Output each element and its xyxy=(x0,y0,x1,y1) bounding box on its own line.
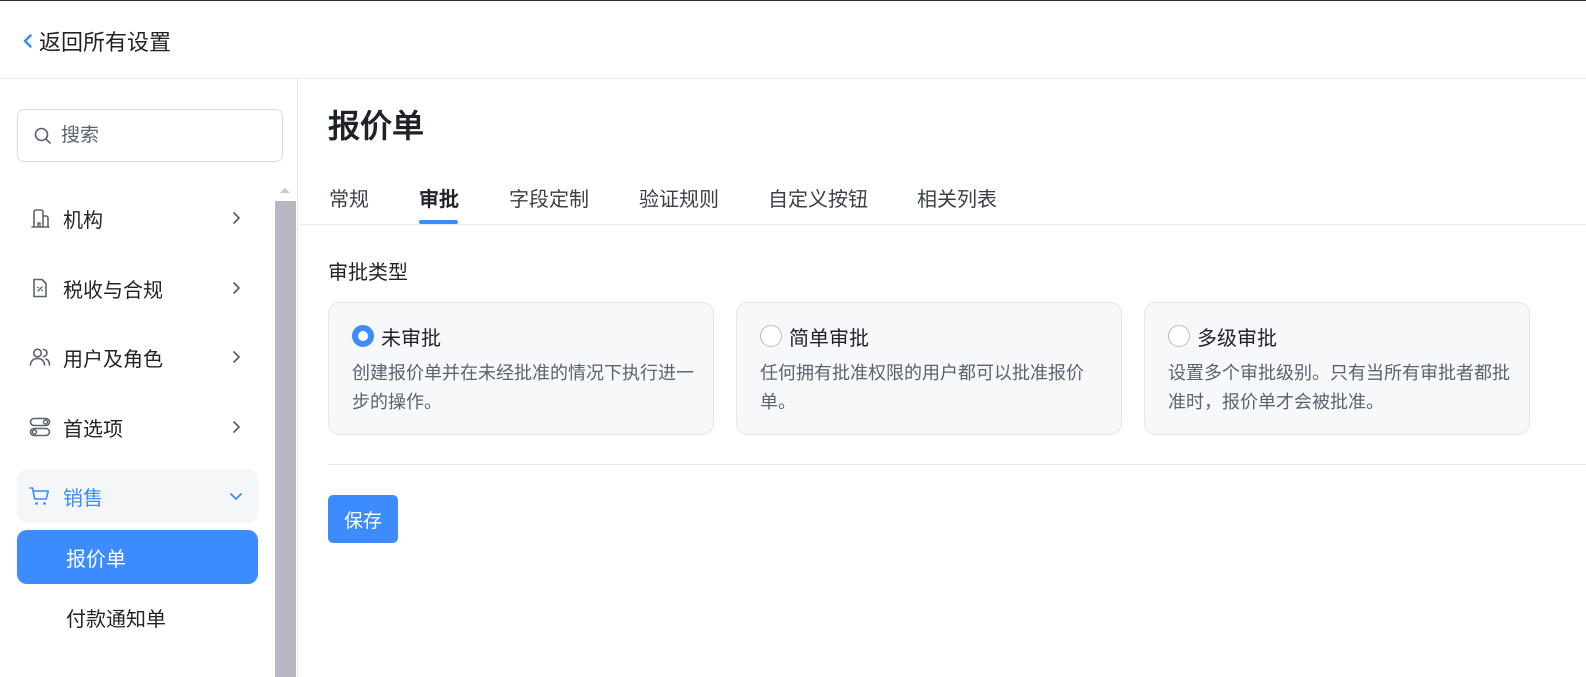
option-description: 设置多个审批级别。只有当所有审批者都批准时，报价单才会被批准。 xyxy=(1168,363,1510,412)
chevron-left-icon xyxy=(18,31,38,51)
tab-approval[interactable]: 审批 xyxy=(419,183,459,212)
option-title: 未审批 xyxy=(381,328,441,350)
page-title: 报价单 xyxy=(328,108,425,144)
sidebar-item-label: 销售 xyxy=(63,487,103,510)
sidebar-item-organization[interactable]: 机构 xyxy=(17,191,258,245)
main-content: 常规 审批 字段定制 验证规则 自定义按钮 相关列表 报价单 审批类型 未审批 … xyxy=(299,79,1586,677)
preferences-icon xyxy=(27,414,53,440)
approval-option-multilevel[interactable]: 多级审批 设置多个审批级别。只有当所有审批者都批准时，报价单才会被批准。 xyxy=(1144,302,1530,435)
scroll-up-arrow-icon[interactable] xyxy=(278,184,292,196)
tab-related-lists[interactable]: 相关列表 xyxy=(917,183,997,212)
tax-document-icon xyxy=(27,275,53,301)
approval-type-label: 审批类型 xyxy=(328,262,408,284)
search-box[interactable] xyxy=(17,109,283,162)
radio-button[interactable] xyxy=(760,325,782,347)
top-bar: 返回所有设置 xyxy=(0,0,1586,79)
chevron-right-icon xyxy=(226,208,246,228)
option-description: 任何拥有批准权限的用户都可以批准报价单。 xyxy=(760,363,1084,412)
option-title: 简单审批 xyxy=(789,328,869,350)
sidebar-subitem-payment-notices[interactable]: 付款通知单 xyxy=(17,590,258,644)
back-label: 返回所有设置 xyxy=(39,30,172,55)
sidebar-item-users-roles[interactable]: 用户及角色 xyxy=(17,330,258,384)
back-to-settings-link[interactable]: 返回所有设置 xyxy=(18,25,171,57)
radio-button[interactable] xyxy=(352,325,374,347)
sidebar-scrollbar[interactable] xyxy=(275,201,296,677)
chevron-right-icon xyxy=(226,278,246,298)
settings-sidebar: 机构 税收与合规 用户及角色 首选项 销 xyxy=(0,79,298,677)
sidebar-subitem-label: 付款通知单 xyxy=(66,608,166,631)
cart-icon xyxy=(27,483,53,509)
option-description: 创建报价单并在未经批准的情况下执行进一步的操作。 xyxy=(352,363,694,412)
save-button[interactable]: 保存 xyxy=(328,495,398,543)
building-icon xyxy=(27,205,53,231)
active-tab-indicator xyxy=(419,220,458,224)
chevron-down-icon xyxy=(226,486,246,506)
sidebar-item-label: 税收与合规 xyxy=(63,279,163,302)
search-input[interactable] xyxy=(61,124,261,147)
chevron-right-icon xyxy=(226,417,246,437)
sidebar-item-label: 首选项 xyxy=(63,418,123,441)
approval-option-simple[interactable]: 简单审批 任何拥有批准权限的用户都可以批准报价单。 xyxy=(736,302,1122,435)
users-icon xyxy=(27,344,53,370)
radio-button[interactable] xyxy=(1168,325,1190,347)
sidebar-subitem-label: 报价单 xyxy=(66,548,126,571)
divider xyxy=(328,464,1586,465)
sidebar-item-sales[interactable]: 销售 xyxy=(17,469,258,523)
tab-validation-rules[interactable]: 验证规则 xyxy=(639,183,719,212)
tab-bar: 常规 审批 字段定制 验证规则 自定义按钮 相关列表 xyxy=(299,79,1586,225)
tab-general[interactable]: 常规 xyxy=(329,183,369,212)
option-title: 多级审批 xyxy=(1197,328,1277,350)
sidebar-item-preferences[interactable]: 首选项 xyxy=(17,400,258,454)
tab-custom-buttons[interactable]: 自定义按钮 xyxy=(768,183,868,212)
tab-field-customization[interactable]: 字段定制 xyxy=(509,183,589,212)
sidebar-item-label: 用户及角色 xyxy=(63,348,163,371)
search-icon xyxy=(33,126,53,146)
approval-option-none[interactable]: 未审批 创建报价单并在未经批准的情况下执行进一步的操作。 xyxy=(328,302,714,435)
sidebar-item-label: 机构 xyxy=(63,209,103,232)
sidebar-item-tax-compliance[interactable]: 税收与合规 xyxy=(17,261,258,315)
chevron-right-icon xyxy=(226,347,246,367)
sidebar-subitem-quotes[interactable]: 报价单 xyxy=(17,530,258,584)
